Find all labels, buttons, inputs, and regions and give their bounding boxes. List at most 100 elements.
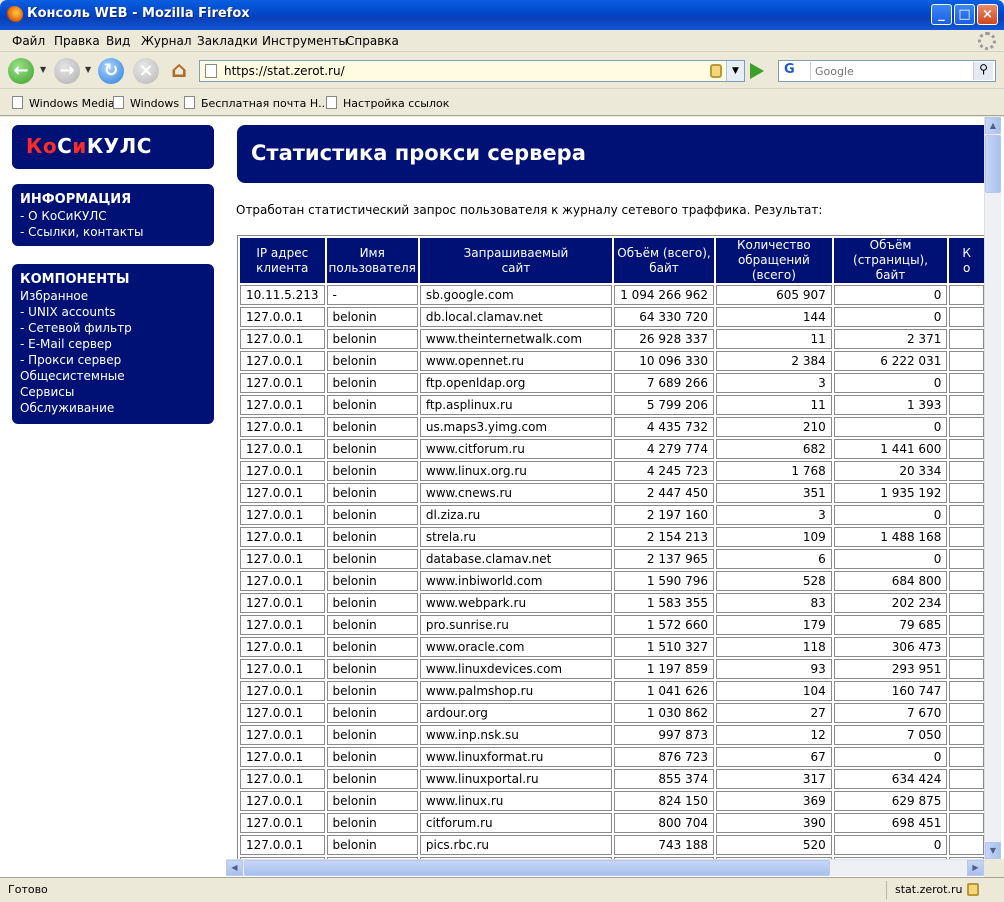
link-system[interactable]: Общесистемные [20,369,125,383]
cell-page-requests [949,307,984,327]
forward-arrow-icon[interactable]: → [54,58,80,84]
cell-total-volume: 7 689 266 [614,373,714,393]
forward-dropdown-icon[interactable]: ▼ [85,65,91,74]
cell-total-volume: 1 583 355 [614,593,714,613]
cell-username: belonin [326,373,418,393]
bookmark-label: Настройка ссылок [343,97,450,110]
horizontal-scroll-thumb[interactable] [244,860,830,876]
page-icon [205,64,217,78]
maximize-button[interactable]: □ [954,4,975,25]
address-url[interactable]: https://stat.zerot.ru/ [224,64,345,78]
scroll-left-icon[interactable]: ◀ [226,860,243,876]
back-arrow-icon[interactable]: ← [8,58,34,84]
cell-site: ardour.org [419,703,613,723]
cell-page-requests [949,373,984,393]
site-logo[interactable]: КоСиКУЛС [12,125,214,169]
cell-username: belonin [326,395,418,415]
link-about[interactable]: - О КоСиКУЛС [20,209,107,223]
cell-page-volume: 0 [833,373,948,393]
link-proxy-server[interactable]: - Прокси сервер [20,353,121,367]
address-dropdown-icon[interactable]: ▼ [726,61,744,81]
home-icon[interactable]: ⌂ [166,58,192,84]
bookmark-free-mail[interactable]: Бесплатная почта Н... [184,96,329,110]
menu-help[interactable]: Справка [346,34,399,48]
cell-total-requests: 3 [715,373,832,393]
vertical-scroll-thumb[interactable] [985,135,1001,193]
table-row: 127.0.0.1 belonin ardour.org 1 030 862 27 7 6… [240,703,984,723]
link-unix-accounts[interactable]: - UNIX accounts [20,305,116,319]
menu-file[interactable]: Файл [12,34,45,48]
cell-page-requests [949,703,984,723]
vertical-scrollbar[interactable]: ▲ ▼ [984,117,1001,859]
minimize-button[interactable]: _ [931,4,952,25]
cell-total-requests: 104 [715,681,832,701]
close-button[interactable]: × [977,4,998,25]
back-dropdown-icon[interactable]: ▼ [40,65,46,74]
cell-total-volume: 1 041 626 [614,681,714,701]
cell-site: dl.ziza.ru [419,505,613,525]
lock-icon[interactable] [710,64,722,78]
page-header: Статистика прокси сервера [237,125,987,183]
search-engine-icon[interactable]: G [781,62,811,80]
menu-bookmarks[interactable]: Закладки [197,34,258,48]
table-row: 127.0.0.1 belonin www.linux.ru 824 150 369 62… [240,791,984,811]
search-icon[interactable]: ⚲ [973,62,993,80]
table-row: 127.0.0.1 belonin www.linux.org.ru 4 245 72… [240,461,984,481]
cell-page-volume: 1 935 192 [833,483,948,503]
link-network-filter[interactable]: - Сетевой фильтр [20,321,132,335]
reload-icon[interactable]: ↻ [98,58,124,84]
cell-page-volume: 0 [833,747,948,767]
table-row: 127.0.0.1 belonin www.linuxportal.ru 855 37… [240,769,984,789]
menu-history[interactable]: Журнал [141,34,192,48]
cell-username: belonin [326,835,418,855]
cell-username: belonin [326,417,418,437]
cell-page-requests [949,791,984,811]
link-contacts[interactable]: - Ссылки, контакты [20,225,143,239]
scroll-up-icon[interactable]: ▲ [985,117,1001,134]
address-bar[interactable]: https://stat.zerot.ru/ ▼ [199,60,745,82]
bookmark-windows-media[interactable]: Windows Media [12,96,115,110]
link-email-server[interactable]: - E-Mail сервер [20,337,112,351]
table-row: 127.0.0.1 belonin pics.rbc.ru 743 188 520 0 [240,835,984,855]
cell-client-ip: 127.0.0.1 [240,637,325,657]
cell-username: belonin [326,461,418,481]
cell-total-volume: 4 245 723 [614,461,714,481]
table-row: 127.0.0.1 belonin ftp.asplinux.ru 5 799 206… [240,395,984,415]
cell-username: belonin [326,439,418,459]
bookmark-link-settings[interactable]: Настройка ссылок [326,96,449,110]
scroll-right-icon[interactable]: ▶ [967,860,984,876]
horizontal-scrollbar[interactable]: ◀ ▶ [226,859,984,876]
window-title: Консоль WEB - Mozilla Firefox [27,6,250,21]
link-favorites[interactable]: Избранное [20,289,88,303]
menu-tools[interactable]: Инструменты [262,34,348,48]
cell-username: belonin [326,307,418,327]
link-services[interactable]: Сервисы [20,385,74,399]
search-box[interactable]: G ⚲ [778,60,996,82]
menu-view[interactable]: Вид [106,34,130,48]
cell-page-volume: 0 [833,285,948,305]
header-line: Запрашиваемый [463,245,569,260]
link-maintenance[interactable]: Обслуживание [20,401,114,415]
cell-total-volume: 1 590 796 [614,571,714,591]
cell-page-requests [949,725,984,745]
result-intro: Отработан статистический запрос пользова… [236,203,823,217]
col-client-ip: IP адрес клиента [240,238,325,283]
cell-page-volume: 1 441 600 [833,439,948,459]
cell-site: ftp.asplinux.ru [419,395,613,415]
cell-total-volume: 2 137 965 [614,549,714,569]
cell-page-requests [949,769,984,789]
cell-username: belonin [326,747,418,767]
cell-total-requests: 83 [715,593,832,613]
stop-icon[interactable]: × [133,58,159,84]
cell-client-ip: 127.0.0.1 [240,769,325,789]
scroll-down-icon[interactable]: ▼ [985,842,1001,859]
status-lock-icon[interactable] [967,883,979,896]
menu-edit[interactable]: Правка [54,34,100,48]
cell-site: www.opennet.ru [419,351,613,371]
table-row: 127.0.0.1 belonin www.oracle.com 1 510 327 1… [240,637,984,657]
go-icon[interactable] [750,63,764,79]
cell-username: belonin [326,549,418,569]
cell-client-ip: 127.0.0.1 [240,373,325,393]
bookmark-windows[interactable]: Windows [113,96,179,110]
search-input[interactable] [813,62,971,80]
